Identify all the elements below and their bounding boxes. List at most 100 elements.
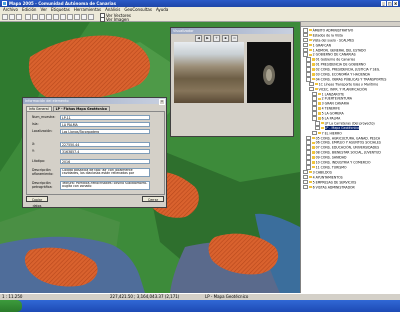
select-icon[interactable] bbox=[60, 14, 66, 20]
expand-toggle-icon[interactable] bbox=[309, 86, 314, 92]
dialog-title-bar: Información del elemento × bbox=[23, 98, 166, 105]
new-icon[interactable] bbox=[2, 14, 8, 20]
layer-tree-label: 6 LA PALMA bbox=[321, 116, 341, 121]
layer-tree-label: 09 CONS. SANIDAD bbox=[315, 155, 347, 160]
layer-tree-panel: ÁMBITO ADMINISTRATIVO Estados de la Vista… bbox=[300, 22, 400, 293]
descripcion-petrografica-field[interactable]: Textura: Porfídica-Fenocristales: olivin… bbox=[60, 181, 150, 190]
localizacion-field[interactable]: Los Llanos/Tacorpadero bbox=[60, 129, 150, 134]
expand-toggle-icon[interactable] bbox=[306, 145, 311, 150]
expand-toggle-icon[interactable] bbox=[303, 174, 308, 180]
expand-toggle-icon[interactable] bbox=[306, 164, 311, 170]
expand-toggle-icon[interactable] bbox=[306, 140, 311, 146]
pan-icon[interactable] bbox=[25, 14, 31, 20]
viewer-title-bar: Visualizador bbox=[171, 28, 293, 34]
layer-tree-label: 03 CONS. ECONOMÍA Y HACIENDA bbox=[315, 72, 370, 77]
y-field[interactable]: 3163857.4 bbox=[60, 149, 150, 154]
expand-toggle-icon[interactable] bbox=[306, 76, 311, 82]
layer-tree-item[interactable]: 6 VISTAS ADMINISTRADOR bbox=[303, 184, 400, 190]
expand-toggle-icon[interactable] bbox=[303, 37, 308, 43]
layer-tree-label: 1 ADMON. GENERAL DEL ESTADO bbox=[312, 47, 367, 52]
refresh-icon[interactable] bbox=[74, 14, 80, 20]
expand-toggle-icon[interactable] bbox=[303, 169, 308, 175]
layer-tree-label: LP - Mapa Geotécnico bbox=[324, 126, 360, 131]
folder-icon bbox=[308, 38, 312, 42]
expand-toggle-icon[interactable] bbox=[303, 52, 308, 58]
expand-toggle-icon[interactable] bbox=[312, 130, 317, 136]
print-image-icon[interactable]: ▫ bbox=[231, 35, 238, 42]
layer-tree-label: 11 CONS. TURISMO bbox=[315, 165, 347, 170]
expand-toggle-icon[interactable] bbox=[306, 160, 311, 165]
folder-icon bbox=[311, 141, 315, 144]
info-icon[interactable] bbox=[46, 14, 52, 20]
zoom-icon[interactable]: + bbox=[213, 35, 220, 42]
close-button[interactable]: × bbox=[393, 1, 398, 6]
expand-toggle-icon[interactable] bbox=[306, 72, 311, 77]
dialog-close-icon[interactable]: × bbox=[159, 99, 165, 105]
descripcion-afloramiento-field[interactable]: Colada basáltica de tipo 'aa' con localm… bbox=[60, 168, 150, 177]
layer-tree-label: 07 CONS. EDUCACIÓN, UNIVERSIDADES bbox=[315, 145, 380, 150]
expand-toggle-icon[interactable] bbox=[312, 91, 317, 97]
layer-tree-label: Vista del suelo - SCALMES bbox=[312, 38, 354, 43]
expand-toggle-icon[interactable] bbox=[303, 28, 308, 33]
litotipo-field[interactable]: 2016 bbox=[60, 159, 150, 164]
expand-toggle-icon[interactable] bbox=[315, 125, 320, 131]
start-button[interactable] bbox=[0, 300, 22, 312]
folder-icon bbox=[311, 58, 315, 61]
layer-tree-label: 1C Líneas Transporte Islas y Marítimo bbox=[318, 82, 379, 87]
expand-toggle-icon[interactable] bbox=[303, 32, 308, 38]
copy-data-button[interactable]: Copiar datos bbox=[26, 196, 48, 208]
thin-section-photo bbox=[247, 42, 291, 103]
prev-icon[interactable]: ◀ bbox=[195, 35, 202, 42]
close-dialog-button[interactable]: Cerrar bbox=[142, 196, 164, 202]
layer-tree-label: 3 CABILDOS bbox=[312, 170, 332, 175]
expand-toggle-icon[interactable] bbox=[303, 42, 308, 48]
expand-toggle-icon[interactable] bbox=[312, 101, 317, 106]
folder-icon bbox=[308, 29, 312, 32]
layer-tree-label: 05 CONS. AGRICULTURA, GANAD. PESCA bbox=[315, 135, 381, 140]
expand-toggle-icon[interactable] bbox=[306, 150, 311, 155]
x-field[interactable]: 227550.44 bbox=[60, 142, 150, 147]
folder-icon bbox=[320, 126, 324, 130]
expand-toggle-icon[interactable] bbox=[309, 81, 314, 87]
expand-toggle-icon[interactable] bbox=[303, 179, 308, 185]
expand-toggle-icon[interactable] bbox=[315, 120, 320, 126]
layers-icon[interactable] bbox=[81, 14, 87, 20]
expand-toggle-icon[interactable] bbox=[303, 47, 308, 53]
expand-toggle-icon[interactable] bbox=[306, 155, 311, 160]
expand-toggle-icon[interactable] bbox=[306, 135, 311, 141]
layer-tree-label: 5 LA GOMERA bbox=[321, 111, 344, 116]
expand-toggle-icon[interactable] bbox=[306, 57, 311, 62]
folder-icon bbox=[311, 166, 315, 169]
folder-icon bbox=[311, 73, 315, 76]
expand-toggle-icon[interactable] bbox=[312, 96, 317, 102]
expand-toggle-icon[interactable] bbox=[306, 67, 311, 72]
save-icon[interactable] bbox=[16, 14, 22, 20]
isla-field[interactable]: LA PALMA bbox=[60, 122, 150, 127]
minimize-button[interactable]: _ bbox=[381, 1, 386, 6]
zoom-out-icon[interactable] bbox=[39, 14, 45, 20]
save-image-icon[interactable]: ▪ bbox=[222, 35, 229, 42]
expand-toggle-icon[interactable] bbox=[312, 116, 317, 121]
expand-toggle-icon[interactable] bbox=[312, 106, 317, 111]
expand-toggle-icon[interactable] bbox=[303, 184, 308, 190]
expand-toggle-icon[interactable] bbox=[306, 62, 311, 67]
expand-toggle-icon[interactable] bbox=[312, 111, 317, 116]
field-label: Localización: bbox=[32, 129, 53, 133]
layer-tree-label: 08 CONS. BIENESTAR SOCIAL, JUVENTUD bbox=[315, 150, 381, 155]
help-icon[interactable] bbox=[88, 14, 94, 20]
maximize-button[interactable]: □ bbox=[387, 1, 392, 6]
thin-section-image bbox=[263, 65, 275, 85]
layer-tree-label: 2 GOBIERNO DE CANARIAS bbox=[312, 52, 356, 57]
image-viewer-window: Visualizador ◀ ▶ + ▪ ▫ bbox=[170, 27, 294, 137]
zoom-in-icon[interactable] bbox=[32, 14, 38, 20]
layer-tree-label: 3 GRAN CANARIA bbox=[321, 101, 350, 106]
layer-tree-label: 02 CONS. PRESIDENCIA, JUSTICIA Y SEG. bbox=[315, 67, 381, 72]
print-icon[interactable] bbox=[67, 14, 73, 20]
layer-tree-label: 4 AYUNTAMIENTOS bbox=[312, 175, 343, 180]
field-label: X: bbox=[32, 142, 36, 146]
open-icon[interactable] bbox=[9, 14, 15, 20]
folder-icon bbox=[308, 43, 312, 47]
num-muestra-field[interactable]: LP-11 bbox=[60, 115, 150, 120]
next-icon[interactable]: ▶ bbox=[204, 35, 211, 42]
measure-icon[interactable] bbox=[53, 14, 59, 20]
